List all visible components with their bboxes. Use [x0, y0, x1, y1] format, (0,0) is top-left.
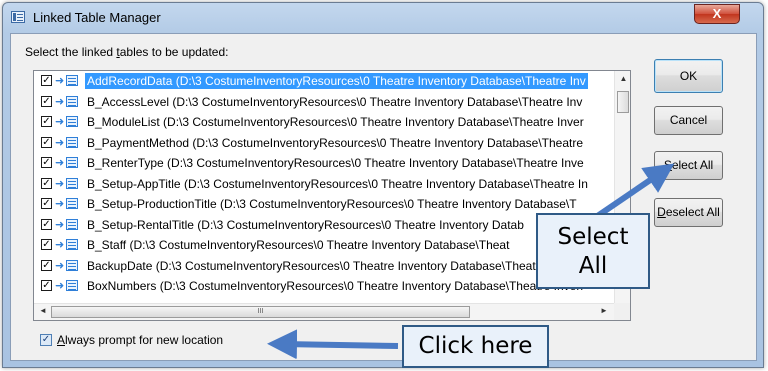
select-all-callout: Select All [536, 213, 650, 289]
arrow-to-select-all-icon [594, 163, 675, 220]
annotation-arrows [267, 163, 675, 360]
arrow-to-prompt-checkbox-icon [267, 329, 399, 360]
callout-select-line2: All [578, 253, 608, 279]
click-here-callout: Click here [402, 325, 549, 368]
callout-select-line1: Select [557, 224, 629, 250]
